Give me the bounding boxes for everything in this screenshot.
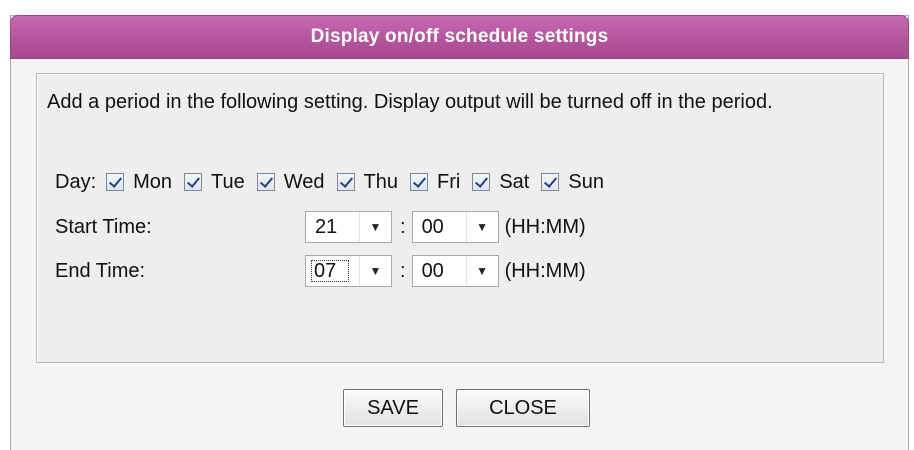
start-time-format: (HH:MM) <box>504 215 586 238</box>
chevron-down-icon[interactable]: ▼ <box>359 256 391 286</box>
day-checkbox-mon[interactable]: Mon <box>106 171 172 194</box>
start-minute-select[interactable]: 00 ▼ <box>411 211 499 243</box>
close-button[interactable]: CLOSE <box>456 389 590 427</box>
dialog-title: Display on/off schedule settings <box>10 15 909 59</box>
checkbox-checked-icon[interactable] <box>106 173 125 191</box>
start-time-row: Start Time: 21 ▼ : 00 ▼ (HH:MM) <box>55 210 586 244</box>
day-checkbox-sat[interactable]: Sat <box>472 171 529 194</box>
checkbox-checked-icon[interactable] <box>541 173 560 191</box>
day-row: Day: Mon Tue Wed Thu Fri Sat Sun <box>55 167 616 197</box>
day-checkbox-sun[interactable]: Sun <box>541 171 604 194</box>
chevron-down-icon[interactable]: ▼ <box>359 212 391 242</box>
chevron-down-icon[interactable]: ▼ <box>465 212 498 242</box>
day-checkbox-wed[interactable]: Wed <box>256 170 325 194</box>
end-time-label: End Time: <box>55 259 146 282</box>
checkbox-checked-icon[interactable] <box>336 173 355 191</box>
end-hour-value: 07 <box>310 259 350 283</box>
start-hour-value: 21 <box>315 215 338 238</box>
day-label-tue: Tue <box>211 170 245 193</box>
checkbox-checked-icon[interactable] <box>472 173 491 191</box>
checkbox-checked-icon[interactable] <box>184 173 203 191</box>
time-separator: : <box>400 215 406 238</box>
day-label-sat: Sat <box>499 170 530 193</box>
end-minute-select[interactable]: 00 ▼ <box>411 255 499 287</box>
day-checkbox-fri[interactable]: Fri <box>410 171 460 194</box>
start-hour-select[interactable]: 21 ▼ <box>305 211 392 243</box>
day-label: Day: <box>55 170 97 193</box>
day-label-mon: Mon <box>133 170 173 193</box>
day-label-fri: Fri <box>437 170 461 193</box>
time-separator: : <box>400 259 406 282</box>
day-label-thu: Thu <box>363 170 398 193</box>
end-time-format: (HH:MM) <box>504 259 586 282</box>
end-hour-select[interactable]: 07 ▼ <box>305 255 392 287</box>
chevron-down-icon[interactable]: ▼ <box>465 256 498 286</box>
intro-text: Add a period in the following setting. D… <box>47 91 773 113</box>
checkbox-checked-icon[interactable] <box>410 173 428 191</box>
day-label-wed: Wed <box>283 170 325 193</box>
day-checkbox-thu[interactable]: Thu <box>336 170 398 194</box>
save-button[interactable]: SAVE <box>343 389 443 427</box>
start-minute-value: 00 <box>421 215 444 238</box>
end-minute-value: 00 <box>421 259 444 282</box>
start-time-label: Start Time: <box>55 215 152 238</box>
day-label-sun: Sun <box>568 170 604 193</box>
checkbox-checked-icon[interactable] <box>256 173 275 191</box>
day-checkbox-tue[interactable]: Tue <box>184 171 245 194</box>
end-time-row: End Time: 07 ▼ : 00 ▼ (HH:MM) <box>55 254 586 288</box>
